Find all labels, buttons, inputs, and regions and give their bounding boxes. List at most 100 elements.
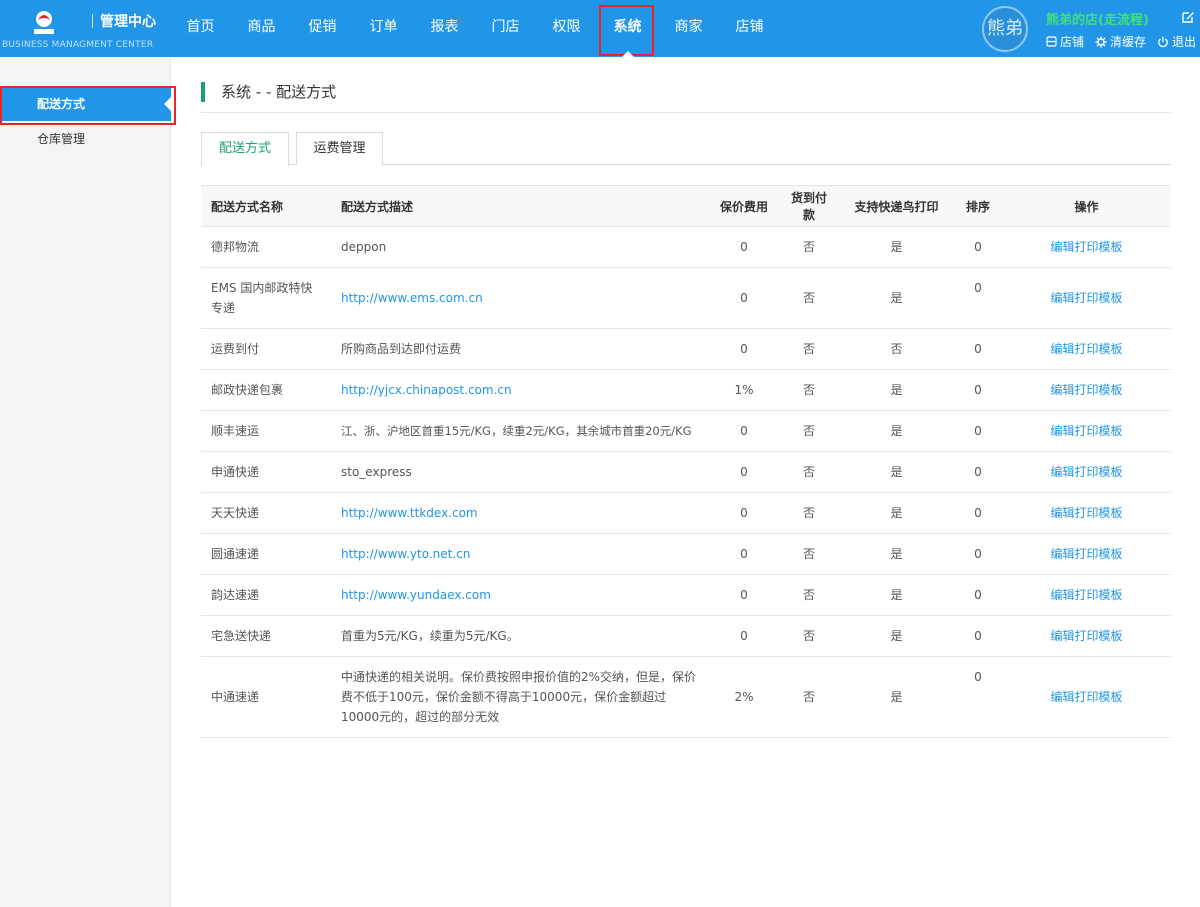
cell-name: 天天快递 [201, 492, 331, 534]
table-row: 申通快递 sto_express 0 否 是 0 编辑打印模板 [201, 451, 1171, 493]
avatar[interactable]: 熊弟 [982, 6, 1028, 52]
cell-sort: 0 [954, 328, 1002, 370]
cell-name: 韵达速递 [201, 574, 331, 616]
cell-desc-link[interactable]: http://www.yto.net.cn [331, 533, 709, 575]
col-header-sort: 排序 [954, 185, 1002, 227]
table-row: EMS 国内邮政特快专递 http://www.ems.com.cn 0 否 是… [201, 267, 1171, 329]
cell-fee: 0 [709, 267, 779, 329]
nav-shop[interactable]: 店铺 [719, 0, 780, 57]
table-row: 邮政快递包裹 http://yjcx.chinapost.com.cn 1% 否… [201, 369, 1171, 411]
tab-freight-management[interactable]: 运费管理 [296, 132, 383, 165]
cell-cod: 否 [779, 369, 839, 411]
header-title: 管理中心 [100, 14, 156, 30]
cell-desc-link[interactable]: http://www.ems.com.cn [331, 267, 709, 329]
cell-name: EMS 国内邮政特快专递 [201, 267, 331, 329]
logout-label: 退出 [1172, 35, 1197, 49]
cell-desc: sto_express [331, 451, 709, 493]
cell-desc: 中通快递的相关说明。保价费按照申报价值的2%交纳，但是，保价费不低于100元，保… [331, 656, 709, 738]
edit-print-template-link[interactable]: 编辑打印模板 [1002, 656, 1171, 738]
cell-kdn: 是 [839, 492, 954, 534]
edit-icon[interactable] [1181, 10, 1195, 24]
tab-delivery-methods[interactable]: 配送方式 [201, 132, 289, 166]
cell-cod: 否 [779, 267, 839, 329]
cell-fee: 0 [709, 226, 779, 268]
delivery-methods-table: 配送方式名称 配送方式描述 保价费用 货到付款 支持快递鸟打印 排序 操作 德邦… [201, 185, 1171, 738]
nav-orders[interactable]: 订单 [353, 0, 414, 57]
nav-active-caret [621, 51, 634, 57]
col-header-actions: 操作 [1002, 185, 1171, 227]
edit-print-template-link[interactable]: 编辑打印模板 [1002, 533, 1171, 575]
main-nav: 首页 商品 促销 订单 报表 门店 权限 系统 商家 店铺 [170, 0, 780, 57]
table-row: 圆通速递 http://www.yto.net.cn 0 否 是 0 编辑打印模… [201, 533, 1171, 575]
gear-icon [1095, 36, 1107, 47]
sidebar-item-delivery-methods[interactable]: 配送方式 [0, 87, 171, 121]
col-header-desc: 配送方式描述 [331, 185, 709, 227]
edit-print-template-link[interactable]: 编辑打印模板 [1002, 328, 1171, 370]
cell-desc-link[interactable]: http://yjcx.chinapost.com.cn [331, 369, 709, 411]
tab-bar: 配送方式 运费管理 [201, 132, 1171, 166]
cell-fee: 0 [709, 451, 779, 493]
cell-sort: 0 [954, 267, 1002, 329]
cell-kdn: 是 [839, 410, 954, 452]
table-header-row: 配送方式名称 配送方式描述 保价费用 货到付款 支持快递鸟打印 排序 操作 [201, 185, 1171, 227]
nav-system[interactable]: 系统 [597, 0, 658, 57]
cell-kdn: 是 [839, 267, 954, 329]
nav-home[interactable]: 首页 [170, 0, 231, 57]
edit-print-template-link[interactable]: 编辑打印模板 [1002, 369, 1171, 411]
store-icon [1046, 36, 1057, 47]
cell-kdn: 是 [839, 369, 954, 411]
logout-button[interactable]: 退出 [1157, 33, 1196, 50]
logo-area[interactable]: 管理中心 BUSINESS MANAGMENT CENTER [0, 0, 175, 57]
nav-promotions[interactable]: 促销 [292, 0, 353, 57]
store-link[interactable]: 店铺 [1046, 33, 1084, 50]
cell-sort: 0 [954, 533, 1002, 575]
cell-name: 邮政快递包裹 [201, 369, 331, 411]
edit-print-template-link[interactable]: 编辑打印模板 [1002, 492, 1171, 534]
edit-print-template-link[interactable]: 编辑打印模板 [1002, 226, 1171, 268]
cell-desc-link[interactable]: http://www.ttkdex.com [331, 492, 709, 534]
cell-fee: 0 [709, 615, 779, 657]
table-row: 运费到付 所购商品到达即付运费 0 否 否 0 编辑打印模板 [201, 328, 1171, 370]
sidebar-item-warehouse[interactable]: 仓库管理 [0, 122, 171, 156]
col-header-name: 配送方式名称 [201, 185, 331, 227]
nav-reports[interactable]: 报表 [414, 0, 475, 57]
edit-print-template-link[interactable]: 编辑打印模板 [1002, 410, 1171, 452]
power-icon [1158, 36, 1168, 47]
cell-desc: 江、浙、沪地区首重15元/KG，续重2元/KG，其余城市首重20元/KG [331, 410, 709, 452]
cell-name: 申通快递 [201, 451, 331, 493]
clear-cache-button[interactable]: 清缓存 [1095, 33, 1146, 50]
cell-sort: 0 [954, 492, 1002, 534]
cell-fee: 0 [709, 410, 779, 452]
sidebar: 配送方式 仓库管理 [0, 57, 171, 907]
cell-kdn: 是 [839, 574, 954, 616]
cell-desc-link[interactable]: http://www.yundaex.com [331, 574, 709, 616]
col-header-cod: 货到付款 [779, 185, 839, 227]
edit-print-template-link[interactable]: 编辑打印模板 [1002, 574, 1171, 616]
cell-desc: deppon [331, 226, 709, 268]
title-accent-bar [201, 82, 205, 102]
cell-cod: 否 [779, 328, 839, 370]
header-subtitle: BUSINESS MANAGMENT CENTER [2, 40, 154, 50]
cell-cod: 否 [779, 656, 839, 738]
edit-print-template-link[interactable]: 编辑打印模板 [1002, 615, 1171, 657]
cell-fee: 2% [709, 656, 779, 738]
cell-name: 中通速递 [201, 656, 331, 738]
edit-print-template-link[interactable]: 编辑打印模板 [1002, 451, 1171, 493]
nav-products[interactable]: 商品 [231, 0, 292, 57]
top-header: 管理中心 BUSINESS MANAGMENT CENTER 首页 商品 促销 … [0, 0, 1200, 57]
nav-merchants[interactable]: 商家 [658, 0, 719, 57]
nav-stores[interactable]: 门店 [475, 0, 536, 57]
table-row: 德邦物流 deppon 0 否 是 0 编辑打印模板 [201, 226, 1171, 268]
shop-name[interactable]: 熊弟的店(走流程) [1046, 9, 1149, 28]
nav-permissions[interactable]: 权限 [536, 0, 597, 57]
logo-divider [92, 14, 93, 28]
edit-print-template-link[interactable]: 编辑打印模板 [1002, 267, 1171, 329]
cell-kdn: 是 [839, 615, 954, 657]
cell-sort: 0 [954, 410, 1002, 452]
cell-kdn: 否 [839, 328, 954, 370]
col-header-insure-fee: 保价费用 [709, 185, 779, 227]
cell-cod: 否 [779, 615, 839, 657]
table-row: 宅急送快递 首重为5元/KG，续重为5元/KG。 0 否 是 0 编辑打印模板 [201, 615, 1171, 657]
cell-cod: 否 [779, 410, 839, 452]
cell-fee: 0 [709, 492, 779, 534]
